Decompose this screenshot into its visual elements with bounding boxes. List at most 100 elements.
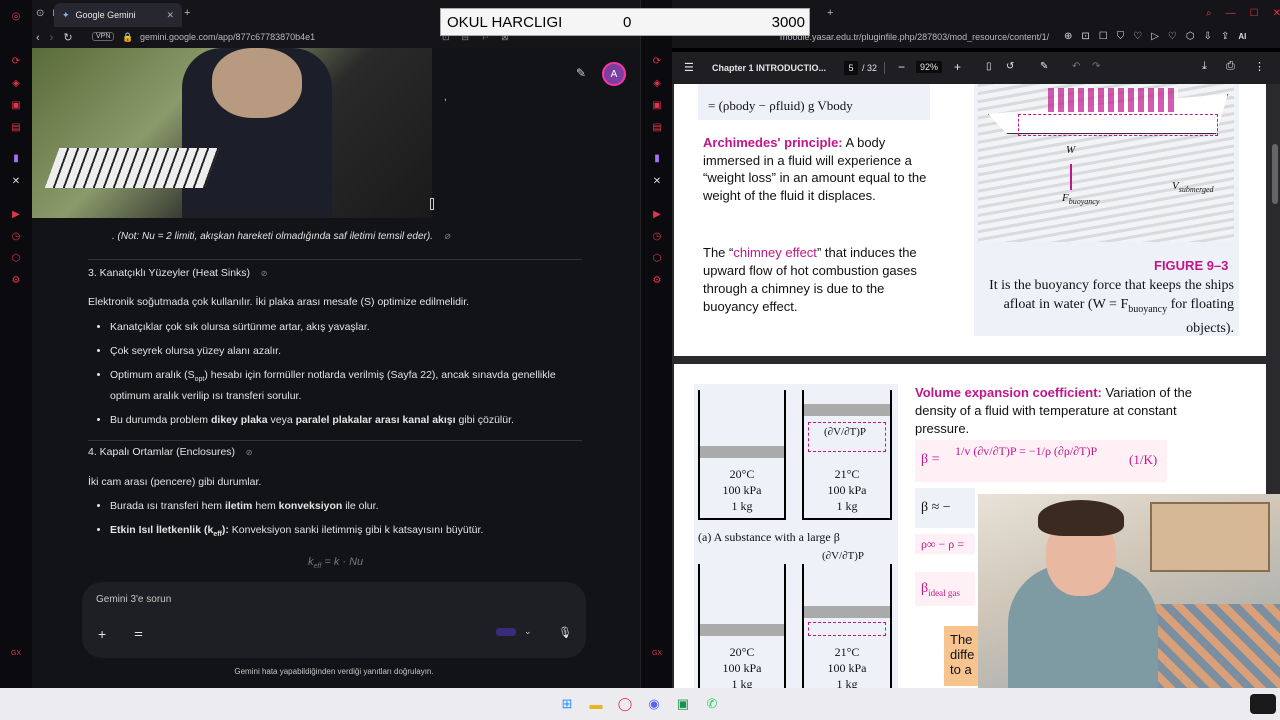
list-item: Optimum aralık (Sopt) hesabı için formül… [110, 367, 588, 404]
partial-derivative: (∂V/∂T)P [824, 426, 867, 438]
figure-caption-a: (a) A substance with a large β [698, 530, 840, 544]
link-icon[interactable]: ⊘ [258, 268, 270, 280]
system-tray[interactable] [1250, 694, 1276, 714]
extension-icon[interactable]: ⬡ [1186, 31, 1195, 42]
phone-link-icon[interactable]: ▣ [673, 694, 693, 714]
tab-close-icon[interactable]: ✕ [166, 10, 174, 21]
sidebar-app-icon[interactable]: ⟳ [650, 54, 664, 68]
box-icon[interactable]: ⬡ [650, 251, 664, 265]
sidebar-app-icon[interactable]: ▣ [9, 98, 23, 112]
undo-icon[interactable]: ↶ [1072, 61, 1080, 72]
scrollbar-thumb[interactable] [1272, 144, 1278, 204]
box-icon[interactable]: ⬡ [9, 251, 23, 265]
cylinder-state: 21°C 100 kPa 1 kg [827, 467, 867, 513]
bookmark-icon[interactable]: ☐ [1099, 31, 1108, 42]
gear-icon[interactable]: ⚙ [9, 273, 23, 287]
zoom-icon[interactable]: ⊕ [1064, 31, 1072, 42]
tab-gemini[interactable]: ✦ Google Gemini ✕ [54, 3, 182, 27]
tab-title: Google Gemini [75, 10, 136, 20]
beta-symbol: β = [921, 452, 940, 467]
more-options-icon[interactable]: ⋮ [1254, 60, 1265, 73]
sidebar-app-icon[interactable]: ▤ [650, 120, 664, 134]
chimney-link[interactable]: chimney effect [733, 245, 817, 260]
play-icon[interactable]: ▷ [1151, 31, 1159, 42]
sidebar-app-icon[interactable]: ▣ [650, 98, 664, 112]
shield-icon[interactable]: ⛉ [1117, 31, 1125, 42]
whatsapp-icon[interactable]: ✆ [702, 694, 722, 714]
tab-menu-icon[interactable]: ⊙ [36, 8, 44, 19]
person-hair [1038, 500, 1124, 536]
video-resize-handle[interactable] [430, 198, 434, 210]
gemini-page: ✎ A , . (Not: Nu = 2 limiti, akışkan har… [32, 48, 640, 688]
zoom-level[interactable]: 92% [916, 61, 943, 73]
new-tab-button[interactable]: + [827, 7, 833, 19]
search-icon[interactable]: ⌕ [1206, 8, 1212, 19]
close-icon[interactable]: ✕ [1273, 8, 1280, 19]
link-icon[interactable]: ⊘ [243, 447, 255, 459]
forward-icon[interactable]: › [50, 32, 54, 44]
volume-expansion-paragraph: Volume expansion coefficient: Variation … [915, 385, 1192, 436]
url-text[interactable]: gemini.google.com/app/877c67783870b4e1 [140, 32, 315, 42]
tools-icon[interactable]: ⚌ [134, 628, 143, 639]
pdf-title: Chapter 1 INTRODUCTIO... [712, 63, 827, 73]
x-icon[interactable]: ✕ [9, 174, 23, 188]
share-icon[interactable]: ⇪ [1221, 31, 1229, 42]
prompt-input[interactable]: Gemini 3'e sorun [96, 594, 171, 605]
link-icon[interactable]: ⊘ [441, 231, 453, 243]
heart-icon[interactable]: ♡ [1133, 31, 1142, 42]
redo-icon[interactable]: ↷ [1092, 61, 1100, 72]
back-icon[interactable]: ‹ [36, 32, 40, 44]
twitch-icon[interactable]: ▮ [9, 151, 23, 165]
edit-icon[interactable]: ✎ [576, 66, 586, 80]
fit-page-icon[interactable]: ▯ [986, 61, 992, 72]
snapshot-icon[interactable]: ⊡ [1081, 31, 1089, 42]
add-icon[interactable]: + [98, 626, 106, 642]
play-icon[interactable]: ▶ [9, 207, 23, 221]
browser-logo-icon[interactable]: ◎ [9, 9, 23, 23]
file-explorer-icon[interactable]: ▬ [586, 694, 606, 714]
annotate-icon[interactable]: ✎ [1040, 61, 1048, 72]
print-icon[interactable]: ⎙ [1226, 60, 1235, 73]
download-icon[interactable]: ⇩ [1204, 31, 1212, 42]
twitch-icon[interactable]: ▮ [650, 151, 664, 165]
maximize-icon[interactable]: ☐ [1250, 8, 1259, 19]
sidebar-app-icon[interactable]: ⟳ [9, 54, 23, 68]
gx-icon[interactable]: GX [9, 646, 23, 660]
video-player[interactable] [32, 48, 432, 218]
play-icon[interactable]: ▶ [650, 207, 664, 221]
clock-icon[interactable]: ◷ [9, 229, 23, 243]
avatar[interactable]: A [602, 62, 626, 86]
sidebar-app-icon[interactable]: ▤ [9, 120, 23, 134]
minimize-icon[interactable]: — [1226, 8, 1236, 19]
page-number-input[interactable]: 5 [844, 61, 858, 75]
zoom-in-button[interactable]: + [954, 60, 961, 74]
sidebar-app-icon[interactable]: ◈ [9, 76, 23, 90]
chevron-down-icon[interactable]: ⌄ [524, 626, 532, 637]
piston [700, 446, 784, 458]
model-selector[interactable] [496, 628, 516, 636]
lock-icon: 🔒 [122, 32, 134, 42]
start-icon[interactable]: ⊞ [557, 694, 577, 714]
discord-icon[interactable]: ◉ [644, 694, 664, 714]
gx-icon[interactable]: GX [650, 646, 664, 660]
x-icon[interactable]: ✕ [650, 174, 664, 188]
clock-icon[interactable]: ◷ [650, 229, 664, 243]
microphone-icon[interactable]: 🎙 [558, 626, 572, 639]
zoom-out-button[interactable]: − [898, 60, 905, 74]
download-icon[interactable]: ⤓ [1202, 60, 1207, 73]
opera-gx-icon[interactable]: ◯ [615, 694, 635, 714]
beta-expression: 1/v (∂v/∂T)P = −1/ρ (∂ρ/∂T)P [955, 444, 1098, 458]
vpn-badge[interactable]: VPN [92, 32, 115, 41]
new-tab-button[interactable]: + [184, 7, 190, 19]
pdf-toolbar: ☰ Chapter 1 INTRODUCTIO... 5 / 32 − 92% … [672, 52, 1280, 84]
url-text[interactable]: moodle.yasar.edu.tr/pluginfile.php/28780… [780, 32, 1060, 42]
sidebar-app-icon[interactable]: ◈ [650, 76, 664, 90]
heart-icon[interactable]: ♡ [1168, 31, 1177, 42]
vsubmerged-label: Vsubmerged [1172, 180, 1214, 195]
rotate-icon[interactable]: ↺ [1006, 61, 1014, 72]
gear-icon[interactable]: ⚙ [650, 273, 664, 287]
reload-icon[interactable]: ↻ [63, 31, 72, 44]
menu-icon[interactable]: ☰ [684, 61, 694, 74]
piston [700, 624, 784, 636]
aria-ai-button[interactable]: AI [1238, 32, 1246, 41]
